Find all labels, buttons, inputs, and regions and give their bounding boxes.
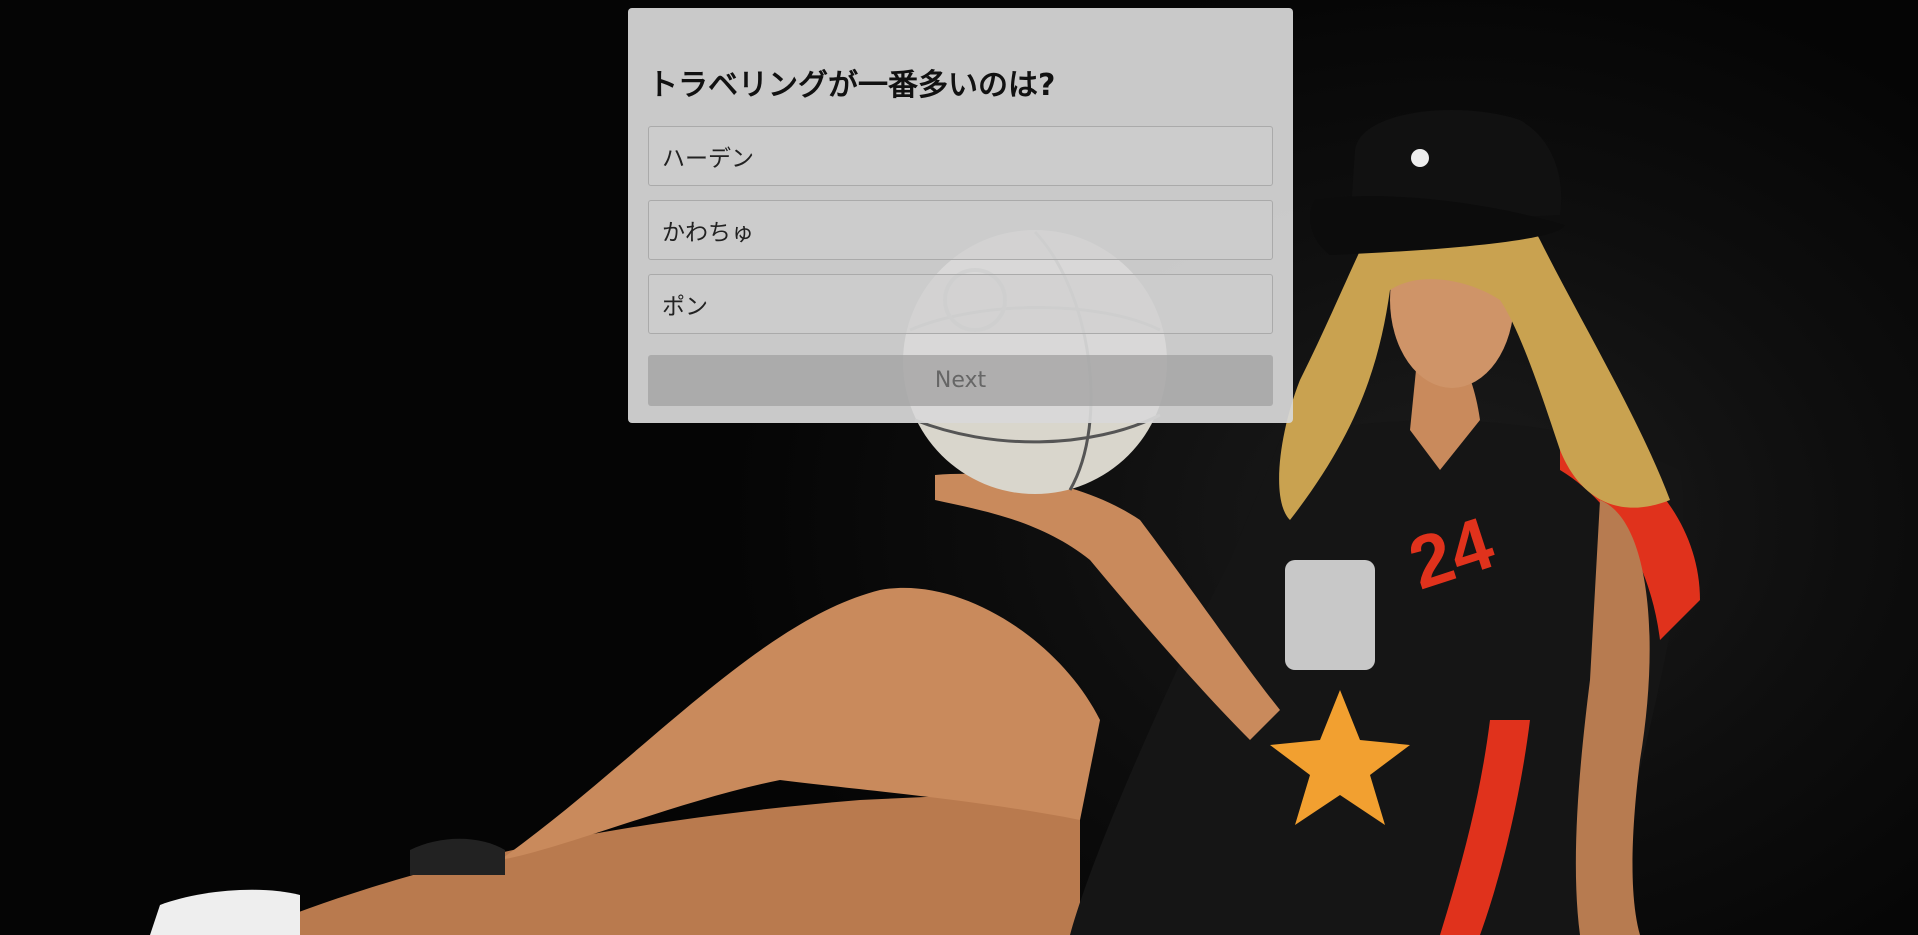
quiz-card: トラベリングが一番多いのは? ハーデン かわちゅ ポン Next — [628, 8, 1293, 423]
shoe-left — [150, 889, 300, 935]
next-button[interactable]: Next — [648, 355, 1273, 406]
quiz-option-2[interactable]: かわちゅ — [648, 200, 1273, 260]
next-button-label: Next — [934, 368, 987, 393]
quiz-option-3[interactable]: ポン — [648, 274, 1273, 334]
quiz-option-label: ハーデン — [662, 146, 754, 172]
quiz-option-1[interactable]: ハーデン — [648, 126, 1273, 186]
quiz-option-label: かわちゅ — [662, 220, 754, 246]
shoe-right — [410, 838, 505, 875]
jersey-print-graphic — [1285, 560, 1375, 670]
quiz-question: トラベリングが一番多いのは? — [648, 68, 1056, 103]
cap-logo — [1411, 149, 1429, 167]
quiz-option-label: ポン — [662, 294, 708, 320]
